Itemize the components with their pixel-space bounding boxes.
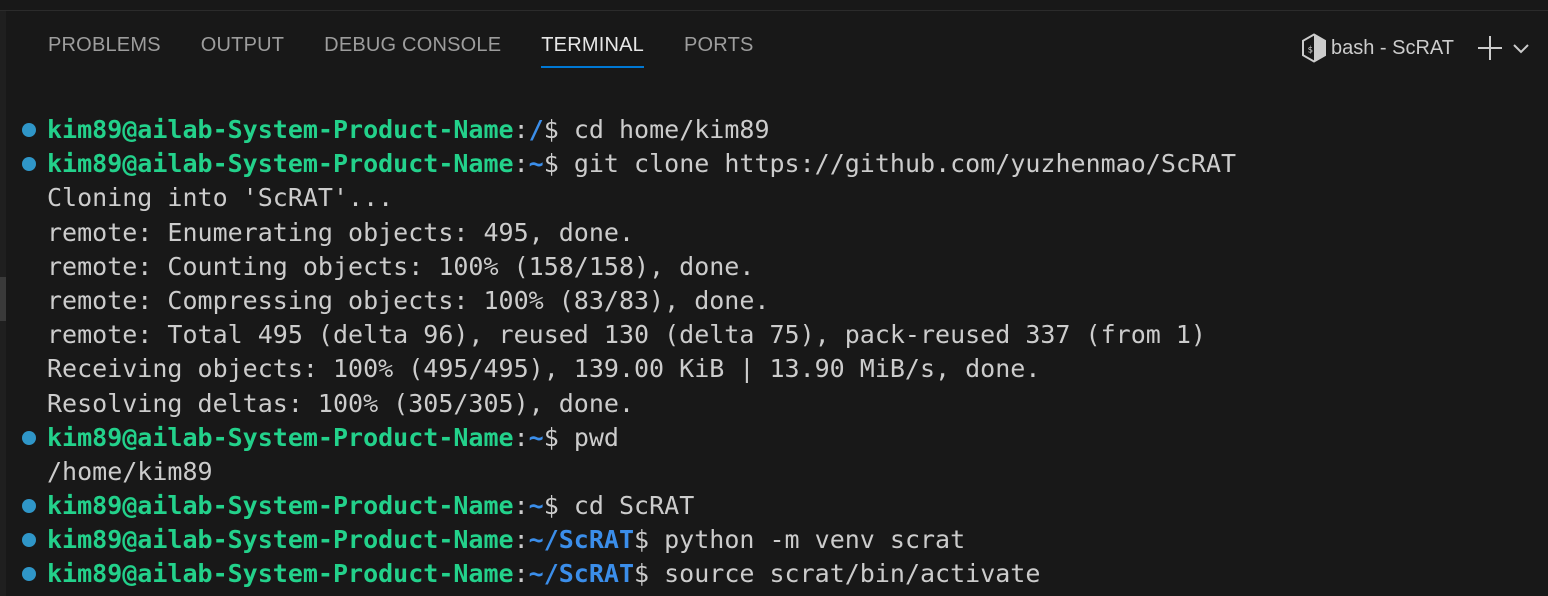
command-decoration-dot[interactable]: [22, 533, 36, 548]
panel-left-edge: [0, 11, 6, 596]
terminal-output[interactable]: kim89@ailab-System-Product-Name:/$ cd ho…: [20, 113, 1530, 592]
command-decoration-dot[interactable]: [22, 430, 36, 445]
terminal-output-line: remote: Compressing objects: 100% (83/83…: [20, 284, 1530, 318]
prompt-separator: :: [513, 491, 529, 521]
prompt-separator: :: [513, 149, 529, 179]
command-decoration-dot[interactable]: [22, 157, 36, 172]
prompt-symbol: $: [543, 422, 559, 452]
prompt-separator: :: [513, 525, 529, 555]
tab-ports[interactable]: PORTS: [664, 24, 774, 70]
prompt-symbol: $: [634, 559, 650, 589]
output-text: Receiving objects: 100% (495/495), 139.0…: [47, 354, 1041, 384]
terminal-prompt-line: kim89@ailab-System-Product-Name:~/ScRAT$…: [20, 557, 1530, 591]
output-text: remote: Total 495 (delta 96), reused 130…: [47, 320, 1206, 350]
terminal-output-line: remote: Enumerating objects: 495, done.: [20, 216, 1530, 250]
prompt-separator: :: [513, 422, 529, 452]
panel-top-border: [0, 10, 1548, 11]
terminal-prompt-line: kim89@ailab-System-Product-Name:~$ pwd: [20, 421, 1530, 455]
terminal-instance-label: bash - ScRAT: [1331, 36, 1454, 59]
prompt-separator: :: [513, 115, 529, 144]
terminal-prompt-line: kim89@ailab-System-Product-Name:~/ScRAT$…: [20, 523, 1530, 557]
terminal-prompt-line: kim89@ailab-System-Product-Name:~$ cd Sc…: [20, 489, 1530, 523]
terminal-instance-dropdown[interactable]: $ bash - ScRAT: [1301, 33, 1468, 63]
command-decoration-dot[interactable]: [22, 123, 36, 137]
terminal-output-line: Cloning into 'ScRAT'...: [20, 181, 1530, 215]
prompt-path: ~/ScRAT: [528, 525, 635, 555]
output-text: remote: Enumerating objects: 495, done.: [47, 217, 634, 247]
prompt-user-host: kim89@ailab-System-Product-Name: [47, 559, 514, 589]
prompt-separator: :: [513, 559, 529, 589]
chevron-down-icon[interactable]: [1512, 39, 1530, 57]
output-text: Resolving deltas: 100% (305/305), done.: [47, 388, 634, 418]
prompt-user-host: kim89@ailab-System-Product-Name: [47, 422, 514, 452]
terminal-output-line: remote: Counting objects: 100% (158/158)…: [20, 250, 1530, 284]
bash-shell-icon: $: [1301, 33, 1327, 63]
command-text: source scrat/bin/activate: [649, 559, 1041, 589]
command-text: cd ScRAT: [558, 491, 695, 521]
prompt-user-host: kim89@ailab-System-Product-Name: [47, 115, 514, 144]
panel-tab-bar: PROBLEMS OUTPUT DEBUG CONSOLE TERMINAL P…: [28, 24, 774, 72]
output-text: remote: Counting objects: 100% (158/158)…: [47, 251, 755, 281]
command-decoration-dot[interactable]: [22, 567, 36, 582]
tab-terminal[interactable]: TERMINAL: [521, 24, 664, 70]
prompt-user-host: kim89@ailab-System-Product-Name: [47, 525, 514, 555]
prompt-path: /: [528, 115, 544, 144]
prompt-symbol: $: [543, 149, 559, 179]
prompt-user-host: kim89@ailab-System-Product-Name: [47, 491, 514, 521]
command-text: pwd: [558, 422, 619, 452]
terminal-output-line: remote: Total 495 (delta 96), reused 130…: [20, 318, 1530, 352]
output-text: /home/kim89: [47, 456, 213, 486]
command-text: git clone https://github.com/yuzhenmao/S…: [558, 149, 1237, 179]
terminal-prompt-line: kim89@ailab-System-Product-Name:~$ git c…: [20, 147, 1530, 181]
prompt-path: ~: [528, 491, 544, 521]
prompt-path: ~/ScRAT: [528, 559, 635, 589]
prompt-path: ~: [528, 149, 544, 179]
prompt-symbol: $: [634, 525, 650, 555]
prompt-symbol: $: [543, 115, 559, 144]
terminal-actions: $ bash - ScRAT: [1301, 30, 1530, 66]
prompt-symbol: $: [543, 491, 559, 521]
command-decoration-dot[interactable]: [22, 499, 36, 514]
terminal-output-line: Resolving deltas: 100% (305/305), done.: [20, 387, 1530, 421]
prompt-user-host: kim89@ailab-System-Product-Name: [47, 149, 514, 179]
terminal-output-line: /home/kim89: [20, 455, 1530, 489]
svg-text:$: $: [1308, 46, 1313, 56]
tab-problems[interactable]: PROBLEMS: [28, 24, 181, 70]
tab-output[interactable]: OUTPUT: [181, 24, 304, 70]
command-text: python -m venv scrat: [649, 525, 966, 555]
sash-handle[interactable]: [0, 277, 6, 321]
terminal-prompt-line: kim89@ailab-System-Product-Name:/$ cd ho…: [20, 113, 1530, 147]
output-text: Cloning into 'ScRAT'...: [47, 183, 394, 213]
plus-icon[interactable]: [1476, 34, 1504, 62]
output-text: remote: Compressing objects: 100% (83/83…: [47, 285, 770, 315]
command-text: cd home/kim89: [558, 115, 770, 144]
terminal-output-line: Receiving objects: 100% (495/495), 139.0…: [20, 352, 1530, 386]
prompt-path: ~: [528, 422, 544, 452]
tab-debug-console[interactable]: DEBUG CONSOLE: [304, 24, 521, 70]
